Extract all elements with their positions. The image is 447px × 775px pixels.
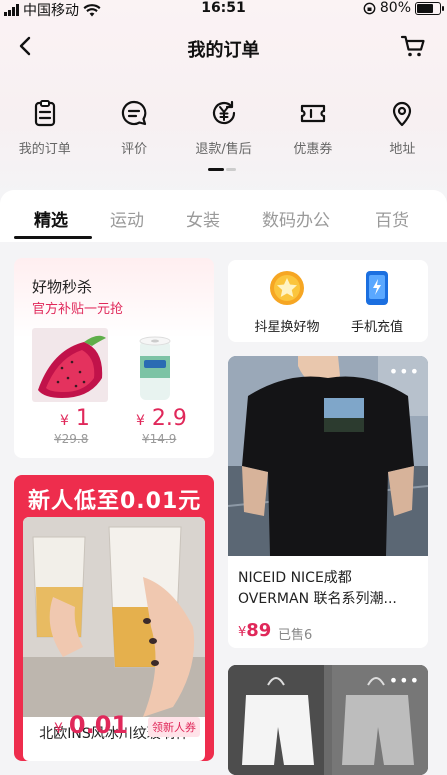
- cart-icon[interactable]: [399, 32, 427, 60]
- more-options-icon[interactable]: •••: [389, 362, 420, 381]
- product-card[interactable]: •••: [228, 665, 428, 775]
- glass-cup-image[interactable]: [23, 517, 205, 717]
- dragon-fruit-image[interactable]: [32, 328, 108, 402]
- nav-bar: 我的订单: [0, 28, 447, 68]
- promo-label: 手机充值: [350, 320, 403, 335]
- tab-featured[interactable]: 精选: [34, 206, 68, 231]
- quick-item-label: 我的订单: [18, 142, 71, 157]
- location-icon: [393, 101, 412, 127]
- quick-item-label: 评价: [121, 142, 148, 157]
- quick-item-label: 退款/售后: [195, 142, 252, 157]
- tissue-roll-image[interactable]: [132, 332, 178, 404]
- new-user-price: ¥0.01: [54, 711, 129, 739]
- product-price: ¥89: [238, 620, 272, 641]
- refund-icon: [212, 100, 235, 125]
- quick-item-refund[interactable]: 退款/售后: [179, 98, 268, 168]
- phone-charge-icon: [366, 271, 388, 305]
- promo-phone-recharge[interactable]: 手机充值: [332, 270, 422, 335]
- category-tabs: 精选 运动 女装 数码办公 百货: [0, 190, 447, 242]
- flash-sale-subtitle: 官方补贴一元抢: [32, 302, 124, 317]
- new-user-card[interactable]: 新人低至0.01元 北欧INS风冰川纹玻璃杯 ¥0.01 领新人券: [14, 475, 214, 761]
- status-bar: 中国移动 16:51 80%: [0, 0, 447, 19]
- tab-digital-office[interactable]: 数码办公: [262, 206, 330, 231]
- star-icon: [270, 271, 304, 305]
- coupon-icon: [300, 104, 326, 123]
- quick-item-label: 地址: [389, 142, 416, 157]
- quick-menu-page-indicator: [208, 168, 236, 171]
- tab-womens[interactable]: 女装: [186, 206, 220, 231]
- promo-label: 抖星换好物: [254, 320, 320, 335]
- flash-item-original-price: ¥29.8: [54, 432, 89, 446]
- flash-sale-title: 好物秒杀: [32, 278, 93, 296]
- more-options-icon[interactable]: •••: [389, 671, 420, 690]
- active-tab-indicator: [14, 236, 92, 239]
- product-image[interactable]: [228, 356, 428, 556]
- clipboard-icon: [34, 100, 55, 127]
- battery-percent: 80%: [379, 0, 411, 16]
- promo-card: 抖星换好物 手机充值: [228, 260, 428, 342]
- quick-item-address[interactable]: 地址: [358, 98, 447, 168]
- flash-item-price: ¥ 1: [60, 406, 90, 431]
- promo-star-exchange[interactable]: 抖星换好物: [242, 270, 332, 335]
- tab-general-goods[interactable]: 百货: [375, 206, 409, 231]
- product-card[interactable]: ••• NICEID NICE成都OVERMAN 联名系列潮... ¥89 已售…: [228, 356, 428, 648]
- new-user-banner: 新人低至0.01元: [28, 489, 202, 514]
- page-title: 我的订单: [187, 40, 260, 61]
- flash-item-original-price: ¥14.9: [142, 432, 177, 446]
- tab-sports[interactable]: 运动: [110, 206, 144, 231]
- new-user-coupon-badge[interactable]: 领新人券: [148, 717, 200, 737]
- quick-item-coupon[interactable]: 优惠券: [268, 98, 357, 168]
- flash-sale-card[interactable]: 好物秒杀 官方补贴一元抢 ¥ 1 ¥29.8 ¥ 2.9 ¥14.9: [14, 258, 214, 458]
- battery-icon: [415, 1, 444, 15]
- comment-icon: [122, 100, 147, 126]
- product-title: NICEID NICE成都OVERMAN 联名系列潮...: [238, 570, 397, 607]
- quick-item-my-orders[interactable]: 我的订单: [0, 98, 89, 168]
- rotation-lock-icon: [363, 2, 376, 14]
- quick-menu: 我的订单 评价 退款/售后 优惠券 地址: [0, 98, 447, 168]
- quick-item-label: 优惠券: [293, 142, 333, 157]
- product-sold-count: 已售6: [278, 628, 313, 643]
- flash-item-price: ¥ 2.9: [136, 406, 187, 431]
- quick-item-review[interactable]: 评价: [89, 98, 178, 168]
